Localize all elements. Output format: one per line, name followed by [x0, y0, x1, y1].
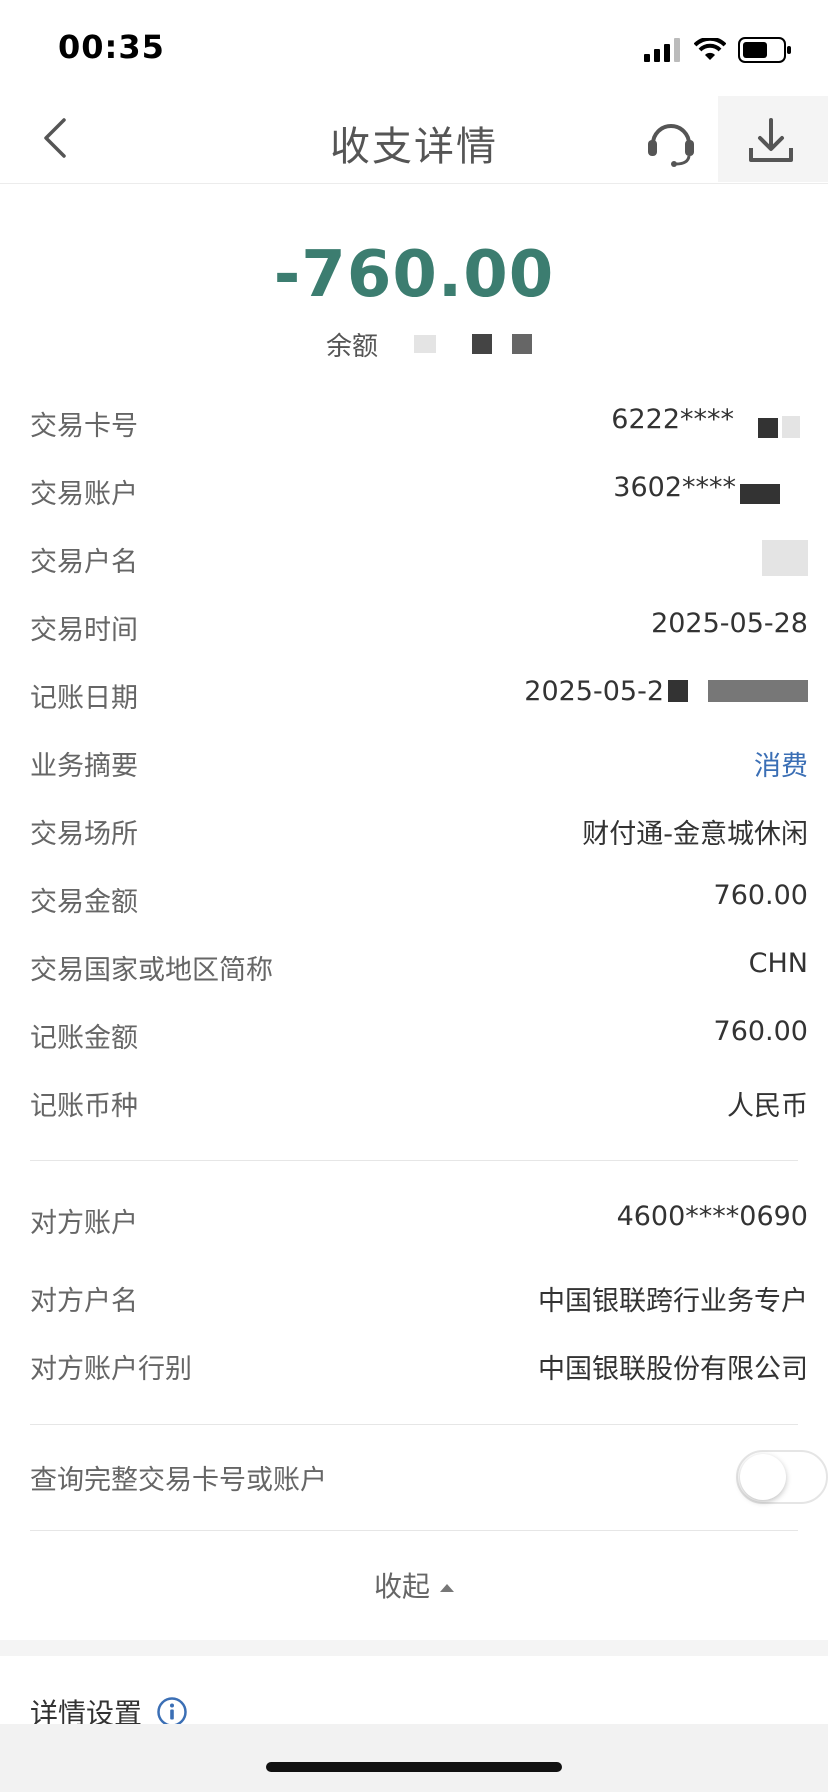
detail-row-account: 交易账户 3602**** [30, 464, 808, 514]
detail-row-counterparty-name: 对方户名 中国银联跨行业务专户 [30, 1271, 808, 1321]
detail-row-summary: 业务摘要 消费 [30, 736, 808, 786]
divider [30, 1530, 798, 1531]
detail-row-counterparty-bank: 对方账户行别 中国银联股份有限公司 [30, 1339, 808, 1389]
masked-value [762, 540, 808, 576]
home-bar-area [0, 1724, 828, 1792]
detail-label: 交易场所 [30, 819, 138, 850]
battery-icon [738, 37, 791, 63]
detail-row-counterparty-account: 对方账户 4600****0690 [30, 1193, 808, 1243]
detail-row-country: 交易国家或地区简称 CHN [30, 940, 808, 990]
balance-label: 余额 [326, 331, 379, 362]
detail-row-posting-date: 记账日期 2025-05-2 [30, 668, 808, 718]
masked-value [668, 680, 688, 702]
collapse-button[interactable]: 收起 [0, 1565, 828, 1605]
status-icons [644, 36, 792, 64]
transaction-amount: -760.00 [273, 238, 555, 312]
detail-row-posted-amount: 记账金额 760.00 [30, 1008, 808, 1058]
masked-value [740, 484, 780, 504]
detail-value: 4600****0690 [616, 1201, 808, 1232]
download-button[interactable] [718, 96, 828, 182]
divider [30, 1424, 798, 1425]
wifi-icon [694, 38, 726, 60]
detail-label: 业务摘要 [30, 751, 138, 782]
detail-value: 760.00 [713, 1016, 808, 1047]
detail-label: 交易国家或地区简称 [30, 955, 273, 986]
full-number-toggle[interactable] [736, 1450, 828, 1504]
download-icon [749, 118, 793, 162]
nav-bar: 收支详情 [0, 92, 828, 184]
signal-icon [644, 38, 680, 62]
detail-value: 2025-05-28 [651, 608, 808, 639]
detail-row-tx-amount: 交易金额 760.00 [30, 872, 808, 922]
detail-value-link[interactable]: 消费 [754, 744, 808, 783]
detail-label: 交易金额 [30, 887, 138, 918]
toggle-label: 查询完整交易卡号或账户 [30, 1465, 327, 1496]
detail-label: 对方户名 [30, 1286, 138, 1317]
detail-value: CHN [748, 948, 808, 979]
balance-row: 余额 [326, 326, 533, 362]
detail-label: 交易时间 [30, 615, 138, 646]
detail-value: 中国银联股份有限公司 [538, 1354, 808, 1385]
detail-label: 记账币种 [30, 1091, 138, 1122]
detail-value: 中国银联跨行业务专户 [538, 1286, 808, 1317]
detail-label: 交易卡号 [30, 411, 138, 442]
detail-value: 2025-05-2 [524, 676, 664, 707]
detail-label: 交易账户 [30, 479, 138, 510]
detail-value: 3602**** [613, 472, 736, 503]
detail-label: 对方账户 [30, 1208, 138, 1239]
detail-label: 对方账户行别 [30, 1354, 192, 1385]
detail-label: 记账金额 [30, 1023, 138, 1054]
collapse-label: 收起 [373, 1570, 430, 1603]
detail-row-merchant: 交易场所 财付通-金意城休闲 [30, 804, 808, 854]
masked-balance [472, 334, 493, 354]
toggle-knob [740, 1454, 786, 1500]
detail-value: 6222**** [611, 404, 734, 435]
masked-balance [414, 335, 437, 353]
detail-value: 人民币 [727, 1091, 808, 1122]
section-separator [0, 1640, 828, 1656]
masked-value [758, 418, 778, 438]
full-number-toggle-row: 查询完整交易卡号或账户 [30, 1450, 828, 1506]
detail-value: 760.00 [713, 880, 808, 911]
masked-balance [512, 334, 533, 354]
headset-icon[interactable] [644, 114, 698, 168]
status-bar: 00:35 [0, 0, 828, 92]
detail-label: 交易户名 [30, 547, 138, 578]
detail-row-account-name: 交易户名 [30, 532, 808, 582]
page-title: 收支详情 [330, 124, 498, 170]
home-indicator[interactable] [266, 1762, 562, 1772]
caret-up-icon [440, 1584, 454, 1592]
masked-value [708, 680, 808, 702]
detail-value: 财付通-金意城休闲 [582, 819, 808, 850]
detail-row-card-number: 交易卡号 6222**** [30, 396, 808, 446]
detail-label: 记账日期 [30, 683, 138, 714]
detail-row-currency: 记账币种 人民币 [30, 1076, 808, 1126]
masked-value [782, 416, 800, 438]
divider [30, 1160, 798, 1161]
status-time: 00:35 [58, 28, 165, 66]
detail-row-time: 交易时间 2025-05-28 [30, 600, 808, 650]
